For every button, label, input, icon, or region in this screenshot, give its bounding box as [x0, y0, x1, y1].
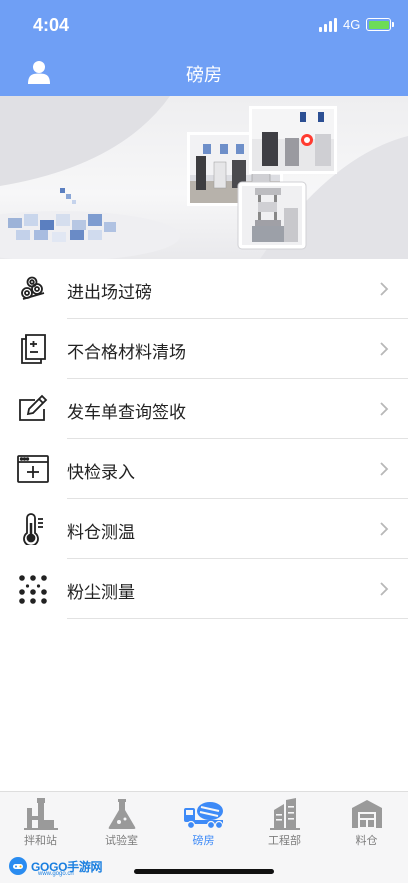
pipes-icon: [21, 276, 45, 300]
menu-item-dispatch-query[interactable]: 发车单查询签收: [0, 379, 408, 439]
status-time: 4:04: [33, 15, 70, 35]
menu-item-label: 进出场过磅: [67, 283, 152, 303]
add-window-icon: [17, 455, 49, 483]
chevron-right-icon: [380, 582, 389, 596]
watermark-url: www.gogo.cn: [38, 871, 74, 877]
page-title: 磅房: [186, 65, 222, 86]
menu-item-bin-temperature[interactable]: 料仓测温: [0, 499, 408, 559]
warehouse-icon: [352, 800, 382, 828]
gamepad-icon: [9, 857, 27, 875]
tab-label: 工程部: [268, 834, 301, 847]
divider: [67, 618, 408, 619]
press-machine-photo: [237, 181, 307, 250]
menu-item-dust-measure[interactable]: 粉尘测量: [0, 559, 408, 619]
tab-label: 试验室: [105, 834, 138, 847]
chevron-right-icon: [380, 342, 389, 356]
menu-item-unqualified-clearance[interactable]: 不合格材料清场: [0, 319, 408, 379]
menu-item-label: 料仓测温: [67, 523, 135, 543]
battery-icon: [366, 18, 394, 31]
header-bar: 4:04 4G 磅房: [0, 0, 408, 96]
tab-engineering[interactable]: 工程部: [244, 792, 325, 852]
document-minus-icon: [21, 334, 46, 364]
banner-image: [0, 96, 408, 259]
menu-item-label: 不合格材料清场: [67, 343, 186, 363]
home-indicator: [134, 869, 274, 874]
edit-icon: [19, 394, 48, 421]
tab-material-bin[interactable]: 料仓: [326, 792, 407, 852]
tab-label: 料仓: [355, 834, 378, 847]
flask-icon: [108, 799, 136, 829]
chevron-right-icon: [380, 402, 389, 416]
tab-mixing-station[interactable]: 拌和站: [0, 792, 81, 852]
status-bar: 4:04 4G: [0, 0, 408, 50]
chevron-right-icon: [380, 282, 389, 296]
mixing-station-icon: [24, 798, 58, 830]
tab-label: 拌和站: [24, 834, 57, 847]
watermark-logo: GOGO手游网 www.gogo.cn: [8, 855, 103, 877]
cube-cluster: [8, 188, 116, 242]
menu-item-label: 粉尘测量: [67, 583, 135, 603]
chevron-right-icon: [380, 462, 389, 476]
menu-item-quick-test[interactable]: 快检录入: [0, 439, 408, 499]
building-icon: [270, 798, 300, 830]
machine-photo: [249, 106, 337, 174]
menu-item-weighing[interactable]: 进出场过磅: [0, 259, 408, 319]
thermometer-icon: [23, 513, 43, 545]
tab-label: 磅房: [192, 834, 215, 847]
network-type: 4G: [343, 17, 361, 32]
menu-item-label: 发车单查询签收: [67, 403, 186, 423]
dust-dots-icon: [19, 575, 47, 604]
tab-weighbridge[interactable]: 磅房: [163, 792, 244, 852]
signal-icon: [319, 18, 341, 32]
menu-list: 进出场过磅 不合格材料清场 发车单查询签收 快检录入 料仓测温 粉尘测量: [0, 259, 408, 619]
mixer-truck-icon: [184, 802, 224, 830]
chevron-right-icon: [380, 522, 389, 536]
tab-laboratory[interactable]: 试验室: [81, 792, 162, 852]
banner-graphic: [0, 96, 408, 259]
menu-item-label: 快检录入: [67, 463, 135, 483]
